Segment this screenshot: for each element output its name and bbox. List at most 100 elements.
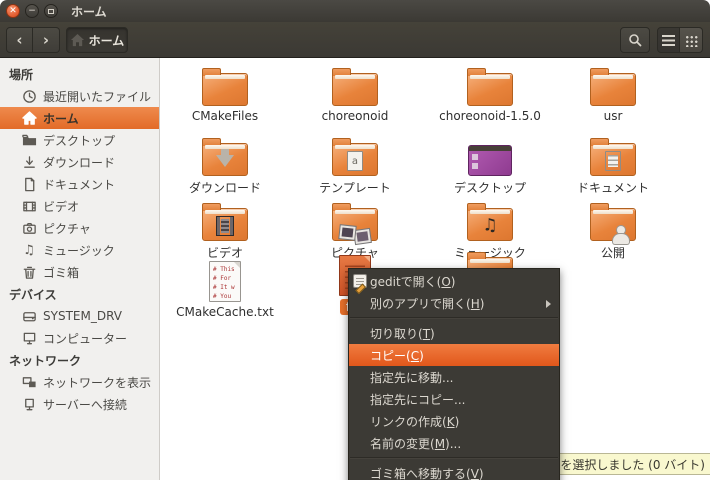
sidebar-item-system-drv[interactable]: SYSTEM_DRV bbox=[0, 305, 159, 327]
sidebar-item-home[interactable]: ホーム bbox=[0, 107, 159, 129]
music-note-icon: ♫ bbox=[23, 244, 35, 257]
sidebar-heading-devices: デバイス bbox=[0, 283, 159, 305]
file-item[interactable]: CMakeFiles bbox=[163, 66, 287, 123]
sidebar-item-music[interactable]: ♫ ミュージック bbox=[0, 239, 159, 261]
folder-downloads-icon bbox=[202, 143, 248, 176]
menu-item-open-with-other[interactable]: 別のアプリで開く(H) bbox=[349, 292, 559, 314]
toolbar: ‹ › ホーム bbox=[0, 22, 710, 58]
download-arrow-emblem bbox=[216, 155, 234, 167]
file-item[interactable]: ドキュメント bbox=[551, 136, 675, 196]
sidebar-item-label: ピクチャ bbox=[43, 220, 91, 237]
folder-icon bbox=[467, 73, 513, 106]
sidebar-heading-network: ネットワーク bbox=[0, 349, 159, 371]
path-button-home[interactable]: ホーム bbox=[66, 27, 128, 53]
music-note-emblem: ♫ bbox=[482, 218, 497, 235]
sidebar-item-label: ネットワークを表示 bbox=[43, 374, 151, 391]
folder-pictures-icon bbox=[332, 208, 378, 241]
sidebar-item-browse-network[interactable]: ネットワークを表示 bbox=[0, 371, 159, 393]
gedit-icon bbox=[353, 274, 367, 288]
menu-item-copy[interactable]: コピー(C) bbox=[349, 344, 559, 366]
file-name: CMakeFiles bbox=[192, 109, 258, 123]
file-name: usr bbox=[604, 109, 623, 123]
file-item[interactable]: # This # For # It w # You CMakeCache.txt bbox=[163, 256, 287, 319]
menu-item-copy-to[interactable]: 指定先にコピー... bbox=[349, 388, 559, 410]
close-button[interactable]: ✕ bbox=[6, 4, 20, 18]
list-view-button[interactable] bbox=[657, 27, 680, 53]
sidebar-item-label: SYSTEM_DRV bbox=[43, 309, 122, 323]
sidebar-item-recent[interactable]: 最近開いたファイル bbox=[0, 85, 159, 107]
download-icon bbox=[22, 155, 37, 170]
text-file-icon: # This # For # It w # You bbox=[209, 261, 241, 302]
document-emblem bbox=[605, 151, 621, 171]
submenu-arrow-icon bbox=[546, 300, 551, 308]
sidebar-item-label: ビデオ bbox=[43, 198, 79, 215]
camera-icon bbox=[22, 221, 37, 236]
sidebar-item-documents[interactable]: ドキュメント bbox=[0, 173, 159, 195]
file-name: デスクトップ bbox=[454, 179, 526, 196]
menu-item-rename[interactable]: 名前の変更(M)... bbox=[349, 432, 559, 454]
sidebar-item-desktop[interactable]: デスクトップ bbox=[0, 129, 159, 151]
grid-view-icon bbox=[685, 34, 698, 47]
film-emblem bbox=[216, 216, 234, 236]
titlebar: ✕ − ホーム bbox=[0, 0, 710, 22]
sidebar-item-label: ダウンロード bbox=[43, 154, 115, 171]
menu-item-label: 指定先に移動... bbox=[370, 369, 453, 386]
file-name: テンプレート bbox=[319, 179, 391, 196]
file-item[interactable]: デスクトップ bbox=[428, 136, 552, 196]
sidebar-item-trash[interactable]: ゴミ箱 bbox=[0, 261, 159, 283]
file-item[interactable]: choreonoid-1.5.0 bbox=[428, 66, 552, 123]
template-emblem: a bbox=[347, 151, 363, 171]
sidebar-item-downloads[interactable]: ダウンロード bbox=[0, 151, 159, 173]
menu-item-cut[interactable]: 切り取り(T) bbox=[349, 322, 559, 344]
sidebar-item-label: ホーム bbox=[43, 110, 79, 127]
minimize-button[interactable]: − bbox=[25, 4, 39, 18]
sidebar-item-computer[interactable]: コンピューター bbox=[0, 327, 159, 349]
menu-item-make-link[interactable]: リンクの作成(K) bbox=[349, 410, 559, 432]
file-name: ダウンロード bbox=[189, 179, 261, 196]
folder-icon bbox=[202, 73, 248, 106]
menu-item-move-to[interactable]: 指定先に移動... bbox=[349, 366, 559, 388]
file-name: 公開 bbox=[601, 244, 625, 261]
file-item[interactable]: 公開 bbox=[551, 201, 675, 261]
home-icon bbox=[70, 33, 85, 48]
menu-item-label: リンクの作成(K) bbox=[370, 413, 459, 430]
folder-templates-icon: a bbox=[332, 143, 378, 176]
document-icon bbox=[22, 177, 37, 192]
file-name: choreonoid bbox=[322, 109, 389, 123]
sidebar-heading-places: 場所 bbox=[0, 63, 159, 85]
sidebar-item-label: デスクトップ bbox=[43, 132, 115, 149]
drive-icon bbox=[22, 309, 37, 324]
film-icon bbox=[22, 199, 37, 214]
file-manager-window: ✕ − ホーム ‹ › ホーム 場所 最近開いたファイル bbox=[0, 0, 710, 480]
sidebar-item-label: ゴミ箱 bbox=[43, 264, 79, 281]
file-item[interactable]: a テンプレート bbox=[293, 136, 417, 196]
sidebar-item-pictures[interactable]: ピクチャ bbox=[0, 217, 159, 239]
search-button[interactable] bbox=[620, 27, 650, 53]
folder-documents-icon bbox=[590, 143, 636, 176]
sidebar-item-videos[interactable]: ビデオ bbox=[0, 195, 159, 217]
server-icon bbox=[22, 397, 37, 412]
context-menu: geditで開く(O) 別のアプリで開く(H) 切り取り(T) コピー(C) 指… bbox=[348, 268, 560, 480]
file-item[interactable]: ダウンロード bbox=[163, 136, 287, 196]
menu-item-label: 切り取り(T) bbox=[370, 325, 435, 342]
sidebar-item-label: コンピューター bbox=[43, 330, 127, 347]
file-name: CMakeCache.txt bbox=[176, 305, 274, 319]
back-button[interactable]: ‹ bbox=[6, 27, 33, 53]
folder-icon bbox=[22, 133, 37, 148]
forward-button[interactable]: › bbox=[33, 27, 60, 53]
maximize-button[interactable] bbox=[44, 4, 58, 18]
file-item[interactable]: choreonoid bbox=[293, 66, 417, 123]
grid-view-button[interactable] bbox=[680, 27, 703, 53]
menu-item-move-to-trash[interactable]: ゴミ箱へ移動する(V) bbox=[349, 462, 559, 480]
menu-separator bbox=[350, 317, 558, 319]
menu-item-open-with-gedit[interactable]: geditで開く(O) bbox=[349, 270, 559, 292]
file-item[interactable]: ビデオ bbox=[163, 201, 287, 261]
maximize-icon bbox=[48, 9, 54, 14]
folder-icon bbox=[590, 73, 636, 106]
sidebar-item-connect-server[interactable]: サーバーへ接続 bbox=[0, 393, 159, 415]
path-button-label: ホーム bbox=[89, 32, 125, 49]
status-text: ' を選択しました (0 バイト) bbox=[556, 456, 705, 473]
network-icon bbox=[22, 375, 37, 390]
file-item[interactable]: usr bbox=[551, 66, 675, 123]
computer-icon bbox=[22, 331, 37, 346]
